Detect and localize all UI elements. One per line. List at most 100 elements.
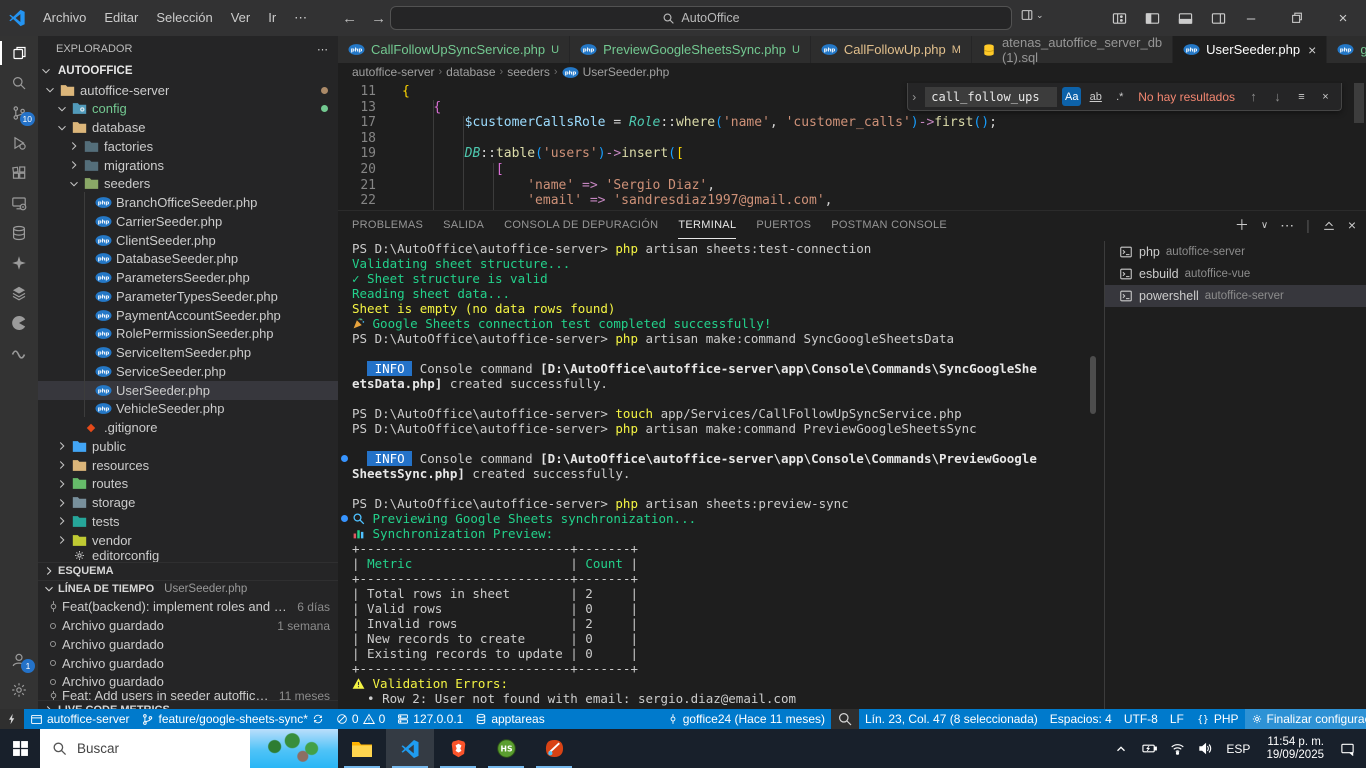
- wifi-icon[interactable]: [1164, 741, 1190, 756]
- source-control-icon[interactable]: 10: [0, 98, 38, 128]
- status-item-php[interactable]: {} PHP: [1190, 709, 1245, 729]
- tree-item[interactable]: php ServiceItemSeeder.php: [38, 343, 338, 362]
- editor-tab[interactable]: atenas_autoffice_server_db (1).sql: [971, 35, 1174, 65]
- panel-tab-postman-console[interactable]: POSTMAN CONSOLE: [831, 211, 947, 239]
- status-item-autoffice-server[interactable]: autoffice-server: [24, 709, 135, 729]
- breadcrumb[interactable]: autoffice-server › database › seeders › php Use…: [338, 63, 1366, 81]
- taskbar-app-heidisql[interactable]: HS: [482, 729, 530, 768]
- editor-scrollbar[interactable]: [1354, 83, 1364, 123]
- command-decoration-dot[interactable]: [341, 515, 348, 522]
- tree-item[interactable]: php ServiceSeeder.php: [38, 362, 338, 381]
- taskbar-app-capture-tool[interactable]: [530, 729, 578, 768]
- section-esquema[interactable]: ESQUEMA: [38, 561, 338, 580]
- status-item-finalizar[interactable]: Finalizar configuración: [1244, 709, 1366, 729]
- status-item-0[interactable]: 00: [330, 709, 391, 729]
- find-close-icon[interactable]: ×: [1316, 87, 1335, 106]
- run-debug-icon[interactable]: [0, 128, 38, 158]
- terminal-list-item[interactable]: esbuild autoffice-vue: [1105, 263, 1366, 285]
- editor-tab[interactable]: php CallFollowUpSyncService.php U: [338, 36, 571, 63]
- menu-archivo[interactable]: Archivo: [34, 5, 95, 31]
- breadcrumb-item[interactable]: autoffice-server: [352, 65, 434, 79]
- tree-item[interactable]: php VehicleSeeder.php: [38, 400, 338, 419]
- toggle-secondary-sidebar-icon[interactable]: [1211, 11, 1226, 26]
- status-item-apptareas[interactable]: apptareas: [469, 709, 550, 729]
- taskbar-search[interactable]: Buscar: [40, 729, 338, 768]
- tree-item[interactable]: php PaymentAccountSeeder.php: [38, 306, 338, 325]
- terminal-scrollbar[interactable]: [1090, 356, 1096, 414]
- command-center-search[interactable]: AutoOffice: [390, 6, 1012, 30]
- tree-item[interactable]: php UserSeeder.php: [38, 380, 338, 400]
- tree-item[interactable]: .gitignore: [38, 418, 338, 437]
- find-prev-icon[interactable]: ↑: [1244, 87, 1263, 106]
- tree-item[interactable]: autoffice-server: [38, 81, 338, 100]
- status-item-espacios[interactable]: Espacios: 4: [1044, 709, 1118, 729]
- tree-item[interactable]: config: [38, 100, 338, 119]
- command-center-extra-icon[interactable]: ⌄: [1020, 8, 1044, 22]
- tree-item[interactable]: migrations: [38, 156, 338, 175]
- status-item-lf[interactable]: LF: [1164, 709, 1190, 729]
- whole-word-button[interactable]: ab: [1086, 87, 1105, 106]
- tree-item[interactable]: php BranchOfficeSeeder.php: [38, 193, 338, 212]
- tree-item[interactable]: storage: [38, 493, 338, 512]
- panel-close-icon[interactable]: ×: [1348, 217, 1356, 233]
- taskbar-app-file-explorer[interactable]: [338, 729, 386, 768]
- tree-item[interactable]: resources: [38, 456, 338, 475]
- sparkle-icon[interactable]: [0, 248, 38, 278]
- toggle-sidebar-icon[interactable]: [1145, 11, 1160, 26]
- taskbar-app-brave[interactable]: [434, 729, 482, 768]
- tree-item[interactable]: routes: [38, 475, 338, 494]
- status-item-search[interactable]: [831, 709, 859, 729]
- editor-tab[interactable]: php google.php: [1327, 36, 1366, 63]
- section-live-metrics[interactable]: LIVE CODE METRICS: [38, 700, 338, 709]
- regex-button[interactable]: .*: [1110, 87, 1129, 106]
- tree-item[interactable]: public: [38, 437, 338, 456]
- menu-overflow-icon[interactable]: ⋯: [285, 5, 316, 31]
- timeline-item[interactable]: Archivo guardado: [38, 635, 338, 654]
- panel-tab-problemas[interactable]: PROBLEMAS: [352, 211, 423, 239]
- find-expand-icon[interactable]: ›: [908, 90, 920, 104]
- status-item-127.0.0.1[interactable]: 127.0.0.1: [391, 709, 469, 729]
- start-button[interactable]: [0, 729, 40, 768]
- extensions-icon[interactable]: [0, 158, 38, 188]
- windsurf-icon[interactable]: [0, 338, 38, 368]
- editor-tab[interactable]: php PreviewGoogleSheetsSync.php U: [570, 36, 811, 63]
- layers-icon[interactable]: [0, 278, 38, 308]
- timeline-item[interactable]: Archivo guardado 1 semana: [38, 616, 338, 635]
- find-input[interactable]: [925, 86, 1058, 107]
- timeline-item[interactable]: Feat: Add users in seeder autoffice... 11…: [38, 691, 338, 701]
- tree-item[interactable]: database: [38, 118, 338, 137]
- tab-close-icon[interactable]: ×: [1308, 42, 1316, 58]
- customize-layout-icon[interactable]: [1112, 11, 1127, 26]
- find-next-icon[interactable]: ↓: [1268, 87, 1287, 106]
- tree-item[interactable]: tests: [38, 512, 338, 531]
- tree-item[interactable]: factories: [38, 137, 338, 156]
- volume-icon[interactable]: [1192, 741, 1218, 756]
- explorer-icon[interactable]: [0, 38, 38, 68]
- language-indicator[interactable]: ESP: [1220, 742, 1256, 756]
- terminal-output[interactable]: PS D:\AutoOffice\autoffice-server> php a…: [338, 241, 1094, 709]
- timeline-item[interactable]: Archivo guardado: [38, 673, 338, 692]
- tree-item[interactable]: php RolePermissionSeeder.php: [38, 325, 338, 344]
- breadcrumb-file[interactable]: UserSeeder.php: [583, 65, 670, 79]
- panel-tab-consola-de-depuración[interactable]: CONSOLA DE DEPURACIÓN: [504, 211, 658, 239]
- command-decoration-dot[interactable]: [341, 455, 348, 462]
- tree-item[interactable]: php ParameterTypesSeeder.php: [38, 287, 338, 306]
- code-editor[interactable]: 11{13 {17 $customerCallsRole = Role::whe…: [338, 81, 1366, 210]
- close-button[interactable]: ×: [1320, 0, 1366, 36]
- status-item-ln.[interactable]: Lín. 23, Col. 47 (8 seleccionada): [859, 709, 1044, 729]
- panel-tab-salida[interactable]: SALIDA: [443, 211, 484, 239]
- cascade-icon[interactable]: [0, 308, 38, 338]
- menu-ir[interactable]: Ir: [259, 5, 285, 31]
- restore-button[interactable]: [1274, 0, 1320, 36]
- timeline-item[interactable]: Feat(backend): implement roles and permi…: [38, 598, 338, 617]
- tree-item[interactable]: php ParametersSeeder.php: [38, 268, 338, 287]
- tree-item[interactable]: seeders: [38, 175, 338, 194]
- battery-icon[interactable]: [1136, 741, 1162, 756]
- tree-item[interactable]: php DatabaseSeeder.php: [38, 250, 338, 269]
- status-item-featuregoogle-sheets-sync[interactable]: feature/google-sheets-sync*: [135, 709, 329, 729]
- explorer-actions-icon[interactable]: ⋯: [317, 43, 328, 56]
- tray-expand-icon[interactable]: [1108, 742, 1134, 756]
- remote-explorer-icon[interactable]: [0, 188, 38, 218]
- editor-tab[interactable]: php UserSeeder.php ×: [1173, 36, 1328, 63]
- terminal-list-item[interactable]: php autoffice-server: [1105, 241, 1366, 263]
